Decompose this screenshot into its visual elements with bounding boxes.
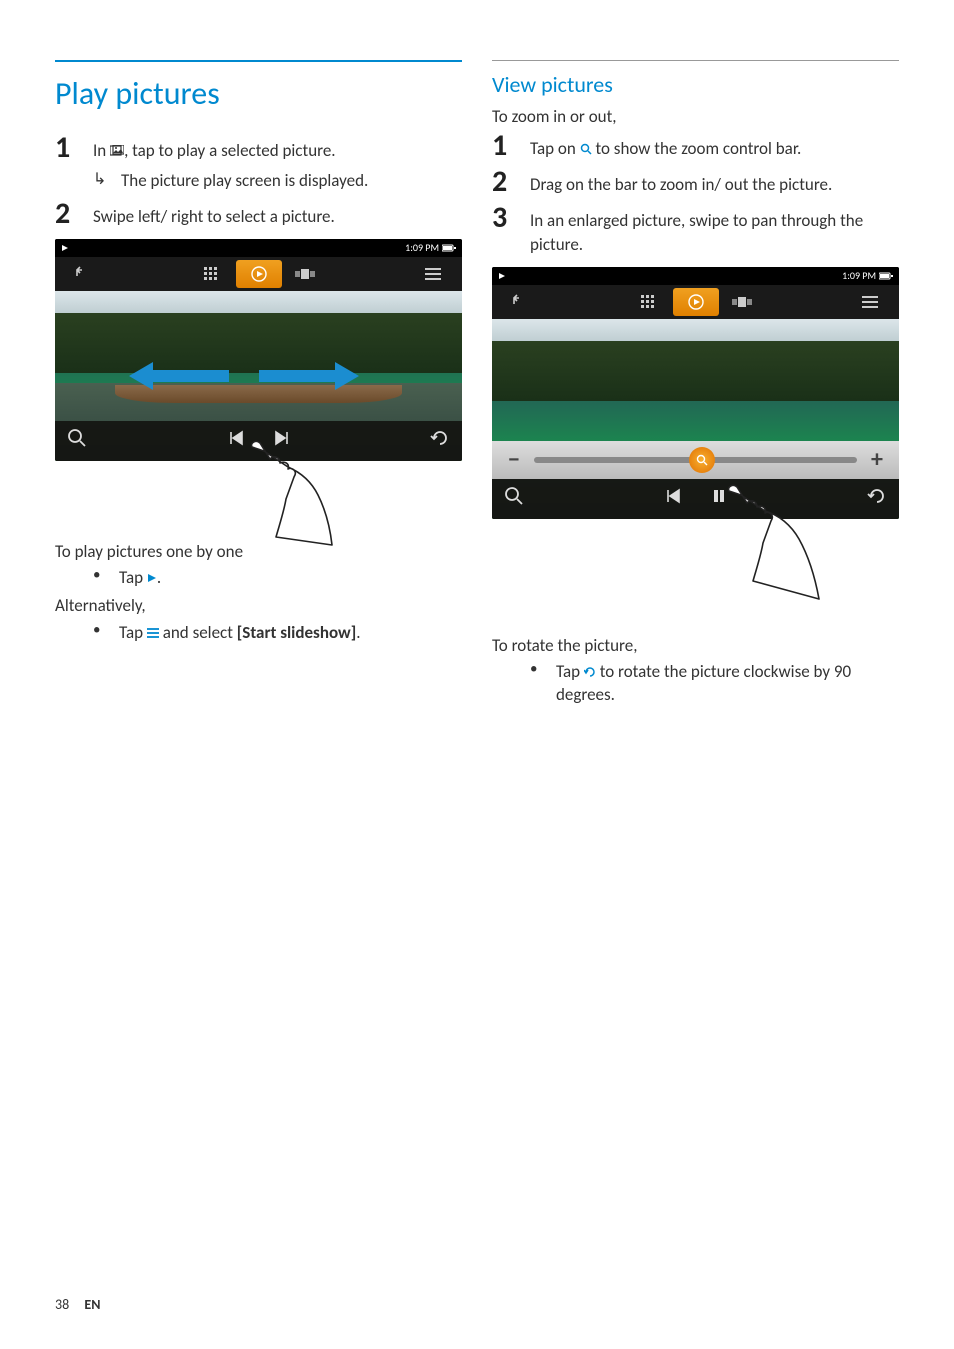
bullet-text: Tap and select [Start slideshow]. — [119, 621, 462, 645]
status-time: 1:09 PM — [405, 241, 439, 254]
zoom-slider-knob[interactable] — [689, 447, 715, 473]
step-text: In , tap to play a selected picture. — [93, 133, 462, 163]
grid-view-button[interactable] — [190, 260, 236, 288]
rotate-button[interactable] — [430, 428, 450, 453]
view-steps: 1 Tap on to show the zoom control bar. 2… — [492, 131, 899, 257]
play-mode-button[interactable] — [673, 288, 719, 316]
text-fragment: to show the zoom control bar. — [592, 138, 802, 159]
bullet-dot: • — [85, 621, 119, 645]
status-bar: 1:09 PM — [55, 239, 462, 257]
page-number: 38 — [55, 1296, 69, 1313]
bullet-text: Tap to rotate the picture clockwise by 9… — [556, 660, 899, 708]
bullet-tap-menu: • Tap and select [Start slideshow]. — [85, 621, 462, 645]
text-fragment: In — [93, 140, 110, 161]
back-button[interactable] — [498, 288, 544, 316]
bullet-text: Tap . — [119, 566, 462, 590]
bullet-list-alt: • Tap and select [Start slideshow]. — [85, 621, 462, 645]
rotate-button[interactable] — [867, 486, 887, 511]
text-fragment: and select — [159, 622, 237, 643]
text-fragment: . — [157, 567, 161, 588]
zoom-slider-track[interactable] — [534, 457, 857, 463]
text-fragment: Tap — [119, 622, 147, 643]
step-number: 3 — [492, 203, 530, 233]
play-steps-2: 2 Swipe left/ right to select a picture. — [55, 199, 462, 229]
step-2: 2 Swipe left/ right to select a picture. — [55, 199, 462, 229]
section-rule-thin — [492, 60, 899, 61]
bullet-dot: • — [522, 660, 556, 708]
filmstrip-button[interactable] — [282, 260, 328, 288]
step-text: Drag on the bar to zoom in/ out the pict… — [530, 167, 899, 197]
step-text: Tap on to show the zoom control bar. — [530, 131, 899, 161]
prev-button[interactable] — [665, 488, 681, 509]
step-text: Swipe left/ right to select a picture. — [93, 199, 462, 229]
back-button[interactable] — [61, 260, 107, 288]
bullet-dot: • — [85, 566, 119, 590]
text-fragment-bold: [Start slideshow] — [237, 622, 356, 643]
page-content: Play pictures 1 In , tap to play a selec… — [0, 0, 954, 751]
step-number: 2 — [492, 167, 530, 197]
hand-illustration — [55, 467, 462, 541]
subheading-zoom: To zoom in or out, — [492, 106, 899, 127]
step-number: 2 — [55, 199, 93, 229]
text-fragment: to rotate the picture clockwise by 90 de… — [556, 661, 851, 706]
menu-button[interactable] — [847, 288, 893, 316]
text-fragment: . — [356, 622, 360, 643]
step-text: In an enlarged picture, swipe to pan thr… — [530, 203, 899, 257]
zoom-button[interactable] — [67, 428, 87, 453]
play-mode-button[interactable] — [236, 260, 282, 288]
step-2: 2 Drag on the bar to zoom in/ out the pi… — [492, 167, 899, 197]
text-fragment: Tap — [119, 567, 147, 588]
text-fragment: , tap to play a selected picture. — [124, 140, 336, 161]
alternatively-label: Alternatively, — [55, 594, 462, 618]
bullet-tap-play: • Tap . — [85, 566, 462, 590]
zoom-control-bar[interactable]: − + — [492, 441, 899, 479]
step-3: 3 In an enlarged picture, swipe to pan t… — [492, 203, 899, 257]
screenshot-play: 1:09 PM — [55, 239, 462, 461]
zoom-icon — [580, 143, 592, 155]
step-result: ↳ The picture play screen is displayed. — [93, 169, 462, 193]
page-footer: 38 EN — [55, 1296, 100, 1313]
zoom-in-button[interactable]: + — [865, 445, 889, 474]
play-icon — [147, 573, 157, 583]
menu-icon — [147, 628, 159, 638]
text-fragment: Tap on — [530, 138, 580, 159]
subsection-heading: View pictures — [492, 71, 899, 98]
photo-area[interactable] — [55, 291, 462, 461]
play-steps: 1 In , tap to play a selected picture. — [55, 133, 462, 163]
status-time: 1:09 PM — [842, 269, 876, 282]
step-number: 1 — [492, 131, 530, 161]
result-text: The picture play screen is displayed. — [121, 169, 368, 193]
text-fragment: Tap — [556, 661, 584, 682]
zoom-button[interactable] — [504, 486, 524, 511]
rotate-icon — [584, 666, 596, 678]
swipe-arrows-overlay — [129, 346, 389, 406]
hand-illustration — [492, 525, 899, 635]
bullet-list: • Tap . — [85, 566, 462, 590]
menu-button[interactable] — [410, 260, 456, 288]
page-language: EN — [84, 1296, 100, 1313]
left-column: Play pictures 1 In , tap to play a selec… — [55, 60, 462, 711]
grid-view-button[interactable] — [627, 288, 673, 316]
section-heading: Play pictures — [55, 74, 462, 113]
step-1: 1 In , tap to play a selected picture. — [55, 133, 462, 163]
gallery-icon — [110, 145, 124, 157]
result-arrow-icon: ↳ — [93, 169, 121, 193]
bullet-list-rotate: • Tap to rotate the picture clockwise by… — [522, 660, 899, 708]
status-bar: 1:09 PM — [492, 267, 899, 285]
zoom-out-button[interactable]: − — [502, 445, 526, 474]
section-rule — [55, 60, 462, 62]
bullet-rotate: • Tap to rotate the picture clockwise by… — [522, 660, 899, 708]
step-1: 1 Tap on to show the zoom control bar. — [492, 131, 899, 161]
subheading-rotate: To rotate the picture, — [492, 635, 899, 656]
top-toolbar — [492, 285, 899, 319]
top-toolbar — [55, 257, 462, 291]
filmstrip-button[interactable] — [719, 288, 765, 316]
step-number: 1 — [55, 133, 93, 163]
right-column: View pictures To zoom in or out, 1 Tap o… — [492, 60, 899, 711]
